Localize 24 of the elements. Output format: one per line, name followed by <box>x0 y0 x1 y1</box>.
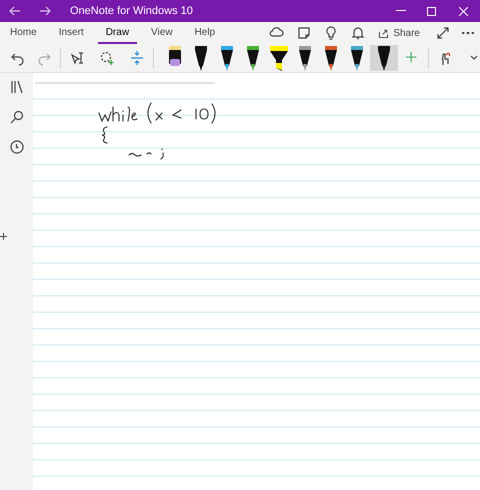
expand-icon <box>435 25 451 41</box>
insert-space-icon <box>129 50 145 66</box>
lasso-select-icon <box>99 50 115 66</box>
ribbon-tab[interactable]: Help <box>186 22 224 44</box>
text-select-icon <box>69 50 85 66</box>
close-icon <box>458 6 468 16</box>
ribbon-tab[interactable]: Home <box>2 22 45 44</box>
move-handle-icon <box>0 233 7 240</box>
share-button[interactable]: Share <box>377 26 420 40</box>
pen-button[interactable] <box>370 45 398 71</box>
plus-icon <box>405 51 419 65</box>
sticky-note-icon <box>296 25 312 41</box>
ribbon-tab[interactable]: View <box>143 22 181 44</box>
bell-icon <box>350 25 366 41</box>
maximize-icon <box>426 6 436 16</box>
clock-icon <box>8 139 24 155</box>
notebooks-icon <box>8 79 24 95</box>
search-icon <box>8 109 24 125</box>
back-arrow-icon <box>9 6 21 16</box>
forward-arrow-icon <box>39 6 51 16</box>
ribbon-tab[interactable]: Insert <box>50 22 92 44</box>
ribbon-tab[interactable]: Draw <box>98 22 138 44</box>
window-title: OneNote for Windows 10 <box>70 4 193 19</box>
minimize-icon <box>396 10 406 12</box>
